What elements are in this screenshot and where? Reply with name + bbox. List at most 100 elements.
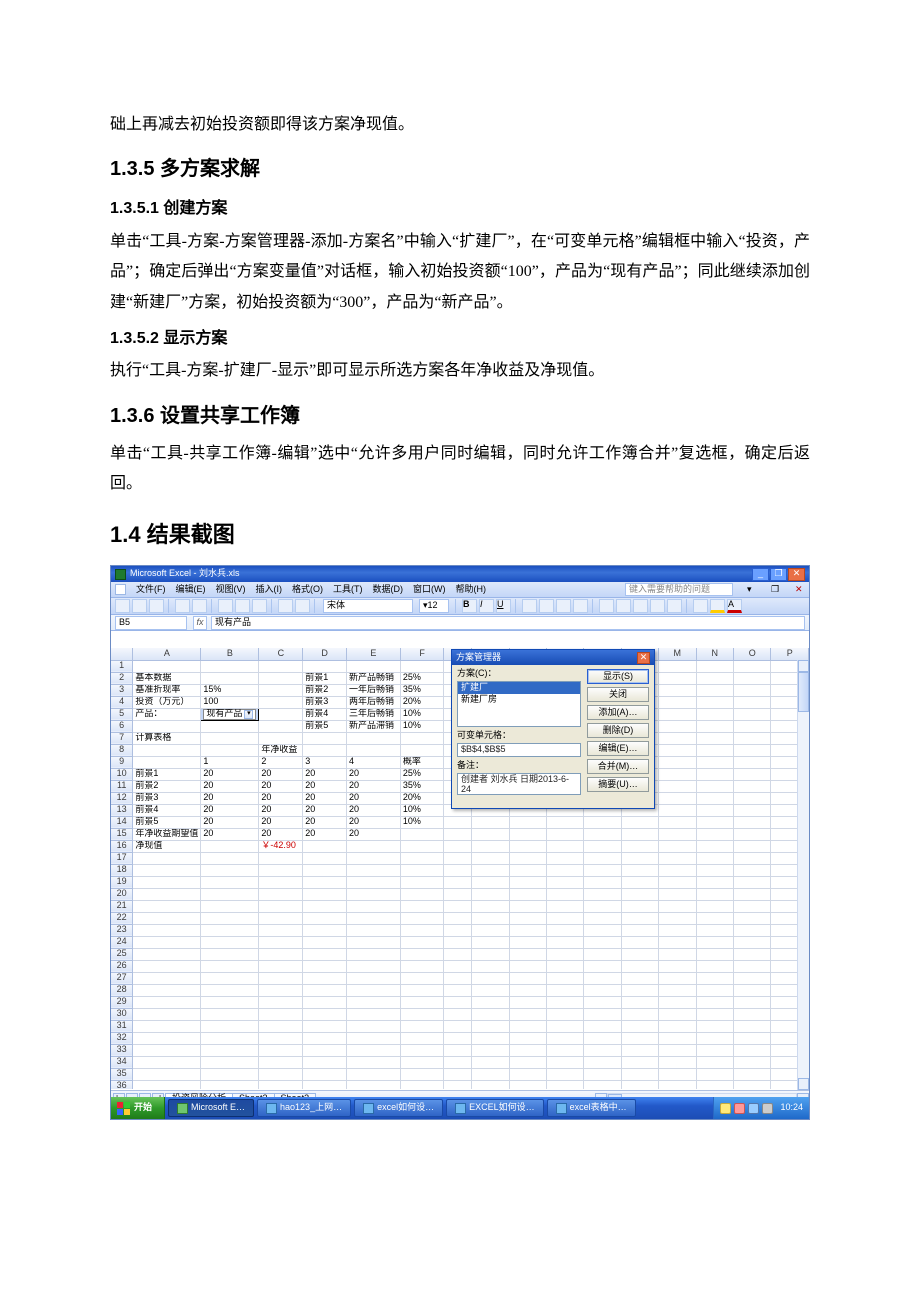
cell-B14[interactable]: 20 bbox=[201, 816, 259, 828]
cell-D4[interactable]: 前景3 bbox=[303, 696, 347, 708]
cell-D24[interactable] bbox=[303, 936, 347, 948]
cell-J19[interactable] bbox=[546, 876, 583, 888]
cell-D12[interactable]: 20 bbox=[303, 792, 347, 804]
cell-B12[interactable]: 20 bbox=[201, 792, 259, 804]
row-header-25[interactable]: 25 bbox=[111, 948, 133, 960]
cell-F17[interactable] bbox=[400, 852, 444, 864]
cell-M20[interactable] bbox=[659, 888, 696, 900]
cell-O14[interactable] bbox=[733, 816, 770, 828]
cell-F8[interactable] bbox=[400, 744, 444, 756]
cell-E3[interactable]: 一年后畅销 bbox=[346, 684, 400, 696]
cell-L21[interactable] bbox=[621, 900, 658, 912]
cell-O10[interactable] bbox=[733, 768, 770, 780]
cell-F3[interactable]: 35% bbox=[400, 684, 444, 696]
cell-B29[interactable] bbox=[201, 996, 259, 1008]
cell-F2[interactable]: 25% bbox=[400, 672, 444, 684]
cell-H31[interactable] bbox=[472, 1020, 509, 1032]
cell-J34[interactable] bbox=[546, 1056, 583, 1068]
cell-G31[interactable] bbox=[444, 1020, 472, 1032]
cell-N2[interactable] bbox=[696, 672, 733, 684]
cell-K20[interactable] bbox=[584, 888, 621, 900]
cell-O26[interactable] bbox=[733, 960, 770, 972]
cell-B24[interactable] bbox=[201, 936, 259, 948]
cell-D21[interactable] bbox=[303, 900, 347, 912]
cell-M10[interactable] bbox=[659, 768, 696, 780]
cell-L33[interactable] bbox=[621, 1044, 658, 1056]
cell-A26[interactable] bbox=[133, 960, 201, 972]
menu-edit[interactable]: 编辑(E) bbox=[176, 585, 206, 595]
cell-H28[interactable] bbox=[472, 984, 509, 996]
percent-icon[interactable] bbox=[616, 599, 631, 613]
cell-J35[interactable] bbox=[546, 1068, 583, 1080]
cell-B3[interactable]: 15% bbox=[201, 684, 259, 696]
cell-H22[interactable] bbox=[472, 912, 509, 924]
row-header-9[interactable]: 9 bbox=[111, 756, 133, 768]
preview-icon[interactable] bbox=[192, 599, 207, 613]
cell-G18[interactable] bbox=[444, 864, 472, 876]
cell-F14[interactable]: 10% bbox=[400, 816, 444, 828]
cell-H27[interactable] bbox=[472, 972, 509, 984]
cell-N28[interactable] bbox=[696, 984, 733, 996]
cell-M15[interactable] bbox=[659, 828, 696, 840]
cell-D3[interactable]: 前景2 bbox=[303, 684, 347, 696]
tray-icon[interactable] bbox=[762, 1103, 773, 1114]
cell-F7[interactable] bbox=[400, 732, 444, 744]
cell-K27[interactable] bbox=[584, 972, 621, 984]
cell-G26[interactable] bbox=[444, 960, 472, 972]
cell-M12[interactable] bbox=[659, 792, 696, 804]
cell-B28[interactable] bbox=[201, 984, 259, 996]
cell-L28[interactable] bbox=[621, 984, 658, 996]
cell-A11[interactable]: 前景2 bbox=[133, 780, 201, 792]
cell-K18[interactable] bbox=[584, 864, 621, 876]
cell-F11[interactable]: 35% bbox=[400, 780, 444, 792]
cell-C13[interactable]: 20 bbox=[259, 804, 303, 816]
cell-C17[interactable] bbox=[259, 852, 303, 864]
menu-insert[interactable]: 插入(I) bbox=[256, 585, 283, 595]
cell-N34[interactable] bbox=[696, 1056, 733, 1068]
cell-L32[interactable] bbox=[621, 1032, 658, 1044]
cell-L23[interactable] bbox=[621, 924, 658, 936]
cell-H20[interactable] bbox=[472, 888, 509, 900]
cell-J22[interactable] bbox=[546, 912, 583, 924]
cell-M30[interactable] bbox=[659, 1008, 696, 1020]
copy-icon[interactable] bbox=[235, 599, 250, 613]
row-header-26[interactable]: 26 bbox=[111, 960, 133, 972]
col-header-N[interactable]: N bbox=[696, 648, 733, 660]
cell-D5[interactable]: 前景4 bbox=[303, 708, 347, 720]
cell-B21[interactable] bbox=[201, 900, 259, 912]
cell-M4[interactable] bbox=[659, 696, 696, 708]
system-tray[interactable]: 10:24 bbox=[713, 1097, 809, 1119]
cell-A9[interactable] bbox=[133, 756, 201, 768]
cell-C12[interactable]: 20 bbox=[259, 792, 303, 804]
cell-F31[interactable] bbox=[400, 1020, 444, 1032]
add-button[interactable]: 添加(A)… bbox=[587, 705, 649, 720]
cell-O5[interactable] bbox=[733, 708, 770, 720]
cell-K26[interactable] bbox=[584, 960, 621, 972]
cell-B34[interactable] bbox=[201, 1056, 259, 1068]
row-header-17[interactable]: 17 bbox=[111, 852, 133, 864]
cell-A16[interactable]: 净现值 bbox=[133, 840, 201, 852]
cell-B4[interactable]: 100 bbox=[201, 696, 259, 708]
underline-icon[interactable]: U bbox=[496, 599, 511, 613]
cell-O33[interactable] bbox=[733, 1044, 770, 1056]
cell-M28[interactable] bbox=[659, 984, 696, 996]
redo-icon[interactable] bbox=[295, 599, 310, 613]
cell-N35[interactable] bbox=[696, 1068, 733, 1080]
cell-E21[interactable] bbox=[346, 900, 400, 912]
cell-G27[interactable] bbox=[444, 972, 472, 984]
cell-D22[interactable] bbox=[303, 912, 347, 924]
cell-D18[interactable] bbox=[303, 864, 347, 876]
cell-C29[interactable] bbox=[259, 996, 303, 1008]
menu-data[interactable]: 数据(D) bbox=[373, 585, 404, 595]
cell-E1[interactable] bbox=[346, 660, 400, 672]
cell-I27[interactable] bbox=[509, 972, 546, 984]
cell-C3[interactable] bbox=[259, 684, 303, 696]
mdi-minimize-icon[interactable]: ▾ bbox=[747, 585, 757, 595]
cell-C30[interactable] bbox=[259, 1008, 303, 1020]
row-header-33[interactable]: 33 bbox=[111, 1044, 133, 1056]
cell-J23[interactable] bbox=[546, 924, 583, 936]
scenario-item-0[interactable]: 扩建厂 bbox=[458, 682, 580, 694]
cell-M5[interactable] bbox=[659, 708, 696, 720]
cell-D9[interactable]: 3 bbox=[303, 756, 347, 768]
cell-N21[interactable] bbox=[696, 900, 733, 912]
